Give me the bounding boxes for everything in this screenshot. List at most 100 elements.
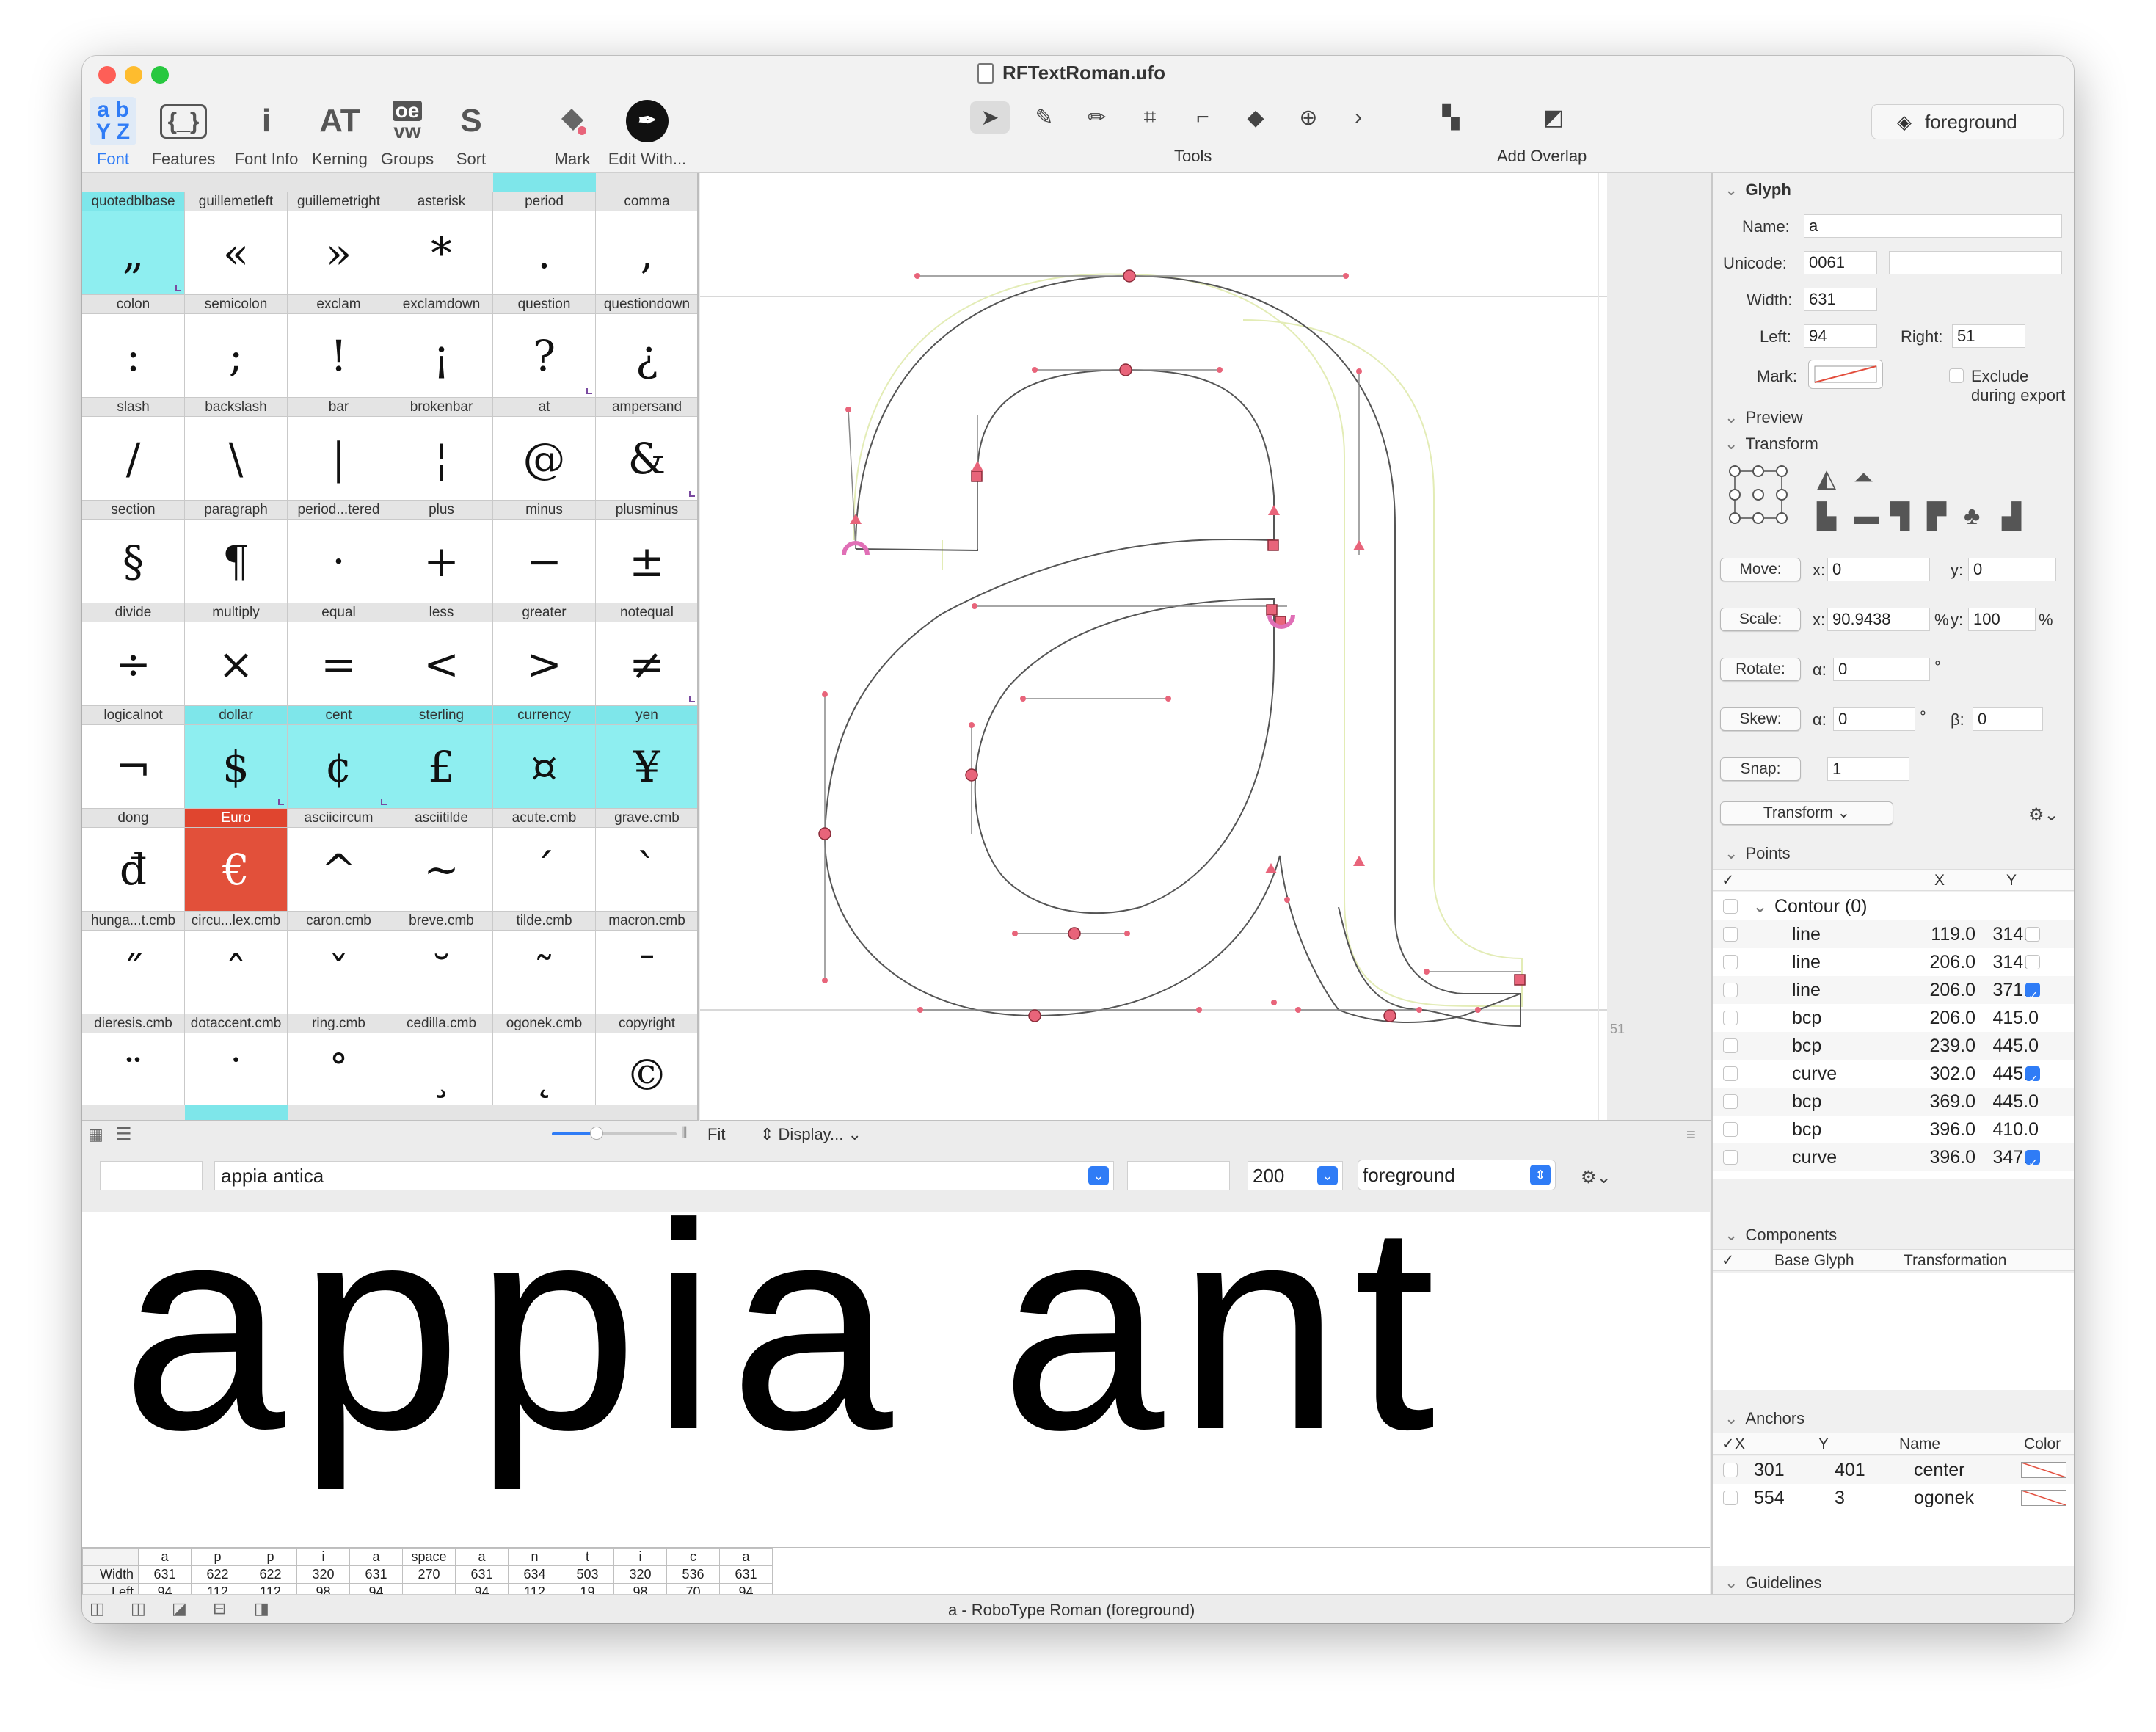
- glyph-cell[interactable]: slash /: [82, 398, 185, 501]
- glyph-cell[interactable]: currency ¤: [493, 706, 596, 809]
- gear-icon[interactable]: ⚙⌄: [2028, 804, 2059, 826]
- flip-vertical-icon[interactable]: ⏶: [1854, 464, 1873, 492]
- font-info-button[interactable]: i Font Info: [226, 97, 307, 169]
- updown-chevron-icon[interactable]: ⇕: [1530, 1165, 1551, 1185]
- metrics-glyph-header[interactable]: i: [296, 1548, 350, 1566]
- align-center-h-icon[interactable]: ♣: [1964, 502, 1980, 531]
- skew-button[interactable]: Skew:: [1720, 707, 1801, 731]
- edit-with-button[interactable]: ✒ Edit With...: [603, 97, 691, 169]
- glyph-cell[interactable]: multiply ×: [185, 603, 288, 706]
- list-view-icon[interactable]: ☰: [116, 1124, 132, 1145]
- contour-checkbox[interactable]: [1723, 899, 1738, 914]
- metrics-value-cell[interactable]: 320: [296, 1565, 350, 1584]
- glyph-cell[interactable]: ampersand &: [596, 398, 697, 501]
- layout-3-icon[interactable]: ◪: [172, 1599, 187, 1618]
- slider-knob[interactable]: [590, 1127, 603, 1140]
- metrics-value-cell[interactable]: 631: [719, 1565, 773, 1584]
- point-select-checkbox[interactable]: [1723, 1094, 1738, 1109]
- metrics-glyph-header[interactable]: space: [402, 1548, 456, 1566]
- smooth-checkbox[interactable]: [2025, 927, 2040, 942]
- align-top-icon[interactable]: ▜: [1890, 502, 1909, 531]
- point-row[interactable]: line 119.0 314.0: [1713, 920, 2074, 948]
- anchor-color-well[interactable]: [2021, 1490, 2066, 1506]
- anchor-row[interactable]: 301 401 center: [1713, 1456, 2074, 1484]
- measure-tool[interactable]: ⌗: [1130, 101, 1170, 134]
- sort-button[interactable]: S Sort: [440, 97, 502, 169]
- point-row[interactable]: bcp 369.0 445.0: [1713, 1088, 2074, 1116]
- glyph-cell[interactable]: dieresis.cmb ¨: [82, 1014, 185, 1117]
- metrics-glyph-header[interactable]: t: [561, 1548, 614, 1566]
- anchor-checkbox[interactable]: [1723, 1463, 1738, 1477]
- metrics-value-cell[interactable]: 536: [666, 1565, 720, 1584]
- more-tools-button[interactable]: ›: [1339, 101, 1378, 134]
- points-section-header[interactable]: Points: [1725, 844, 1790, 863]
- glyph-cell[interactable]: minus −: [493, 501, 596, 603]
- glyph-cell[interactable]: breve.cmb ˘: [390, 912, 493, 1014]
- smooth-checkbox[interactable]: [2025, 983, 2040, 1011]
- groups-button[interactable]: oe vw Groups: [374, 97, 440, 169]
- shapes-tool[interactable]: ◆: [1236, 101, 1275, 134]
- pen-tool[interactable]: ✎: [1024, 101, 1064, 134]
- rotate-angle-field[interactable]: 0: [1833, 658, 1930, 681]
- metrics-glyph-header[interactable]: a: [138, 1548, 192, 1566]
- anchor-row[interactable]: 554 3 ogonek: [1713, 1484, 2074, 1512]
- glyph-cell[interactable]: bar |: [288, 398, 390, 501]
- metrics-glyph-header[interactable]: a: [349, 1548, 403, 1566]
- glyph-cell[interactable]: section §: [82, 501, 185, 603]
- point-select-checkbox[interactable]: [1723, 1066, 1738, 1081]
- glyph-cell[interactable]: logicalnot ¬: [82, 706, 185, 809]
- guidelines-section-header[interactable]: Guidelines: [1725, 1573, 1821, 1593]
- move-y-field[interactable]: 0: [1968, 558, 2056, 581]
- glyph-cell[interactable]: divide ÷: [82, 603, 185, 706]
- glyph-cell[interactable]: exclam!: [288, 295, 390, 398]
- move-button[interactable]: Move:: [1720, 558, 1801, 581]
- metrics-glyph-header[interactable]: a: [719, 1548, 773, 1566]
- width-field[interactable]: 631: [1804, 288, 1877, 311]
- glyph-cell[interactable]: circu...lex.cmb ˆ: [185, 912, 288, 1014]
- knife-tool[interactable]: ⌐: [1183, 101, 1223, 134]
- overlap-toggle[interactable]: ▚: [1431, 101, 1471, 134]
- glyph-editor[interactable]: 51: [700, 173, 1625, 1120]
- point-select-checkbox[interactable]: [1723, 1122, 1738, 1137]
- glyph-cell[interactable]: questiondown ¿: [596, 295, 697, 398]
- glyph-cell[interactable]: colon:: [82, 295, 185, 398]
- transform-origin-grid-icon[interactable]: [1727, 464, 1789, 530]
- close-window-button[interactable]: [98, 66, 116, 84]
- contour-row[interactable]: ⌄ Contour (0): [1713, 892, 2074, 920]
- space-center-preview[interactable]: appia ant: [82, 1180, 1710, 1547]
- right-margin-field[interactable]: 51: [1952, 324, 2025, 348]
- glyph-cell[interactable]: asciitilde ~: [390, 809, 493, 912]
- skew-beta-field[interactable]: 0: [1973, 707, 2043, 731]
- cell-size-slider[interactable]: [552, 1127, 677, 1140]
- preview-section-header[interactable]: Preview: [1725, 408, 1802, 427]
- align-center-v-icon[interactable]: ▬: [1854, 502, 1879, 531]
- snap-button[interactable]: Snap:: [1720, 757, 1801, 781]
- glyph-cell[interactable]: asciicircum ^: [288, 809, 390, 912]
- components-section-header[interactable]: Components: [1725, 1226, 1837, 1245]
- unicode-extra-field[interactable]: [1889, 251, 2062, 274]
- metrics-value-cell[interactable]: 631: [138, 1565, 192, 1584]
- smooth-checkbox[interactable]: [2025, 955, 2040, 969]
- smooth-checkbox[interactable]: [2025, 1150, 2040, 1178]
- layout-4-icon[interactable]: ⊟: [213, 1599, 226, 1618]
- glyph-cell[interactable]: copyright ©: [596, 1014, 697, 1117]
- glyph-cell[interactable]: asterisk *: [390, 192, 493, 295]
- metrics-glyph-header[interactable]: i: [613, 1548, 667, 1566]
- glyph-cell[interactable]: period...tered ·: [288, 501, 390, 603]
- glyph-cell[interactable]: guillemetleft «: [185, 192, 288, 295]
- unicode-field[interactable]: 0061: [1804, 251, 1877, 274]
- point-row[interactable]: line 206.0 314.0: [1713, 948, 2074, 976]
- metrics-value-cell[interactable]: 631: [455, 1565, 509, 1584]
- pointer-tool[interactable]: ➤: [970, 101, 1010, 134]
- metrics-value-cell[interactable]: 631: [349, 1565, 403, 1584]
- metrics-glyph-header[interactable]: c: [666, 1548, 720, 1566]
- glyph-cell[interactable]: cedilla.cmb ¸: [390, 1014, 493, 1117]
- glyph-cell[interactable]: equal =: [288, 603, 390, 706]
- glyph-name-field[interactable]: a: [1804, 214, 2062, 238]
- point-select-checkbox[interactable]: [1723, 1011, 1738, 1025]
- metrics-value-cell[interactable]: 622: [191, 1565, 244, 1584]
- glyph-cell[interactable]: Euro €: [185, 809, 288, 912]
- metrics-glyph-header[interactable]: p: [244, 1548, 297, 1566]
- metrics-value-cell[interactable]: 320: [613, 1565, 667, 1584]
- glyph-cell[interactable]: hunga...t.cmb ˝: [82, 912, 185, 1014]
